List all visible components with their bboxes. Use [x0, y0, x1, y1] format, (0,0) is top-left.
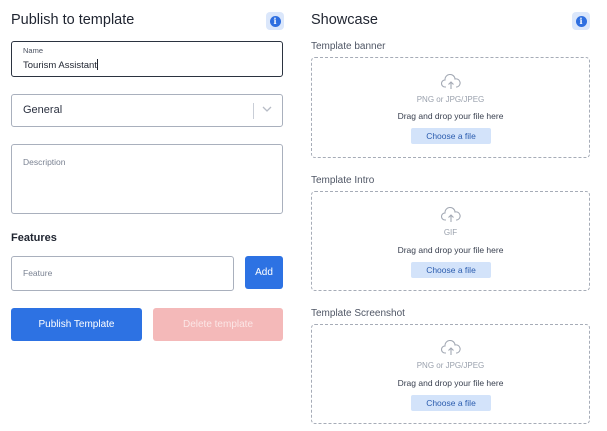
screenshot-file-types: PNG or JPG/JPEG: [416, 361, 485, 370]
category-select-value: General: [23, 104, 63, 116]
screenshot-upload-label: Template Screenshot: [311, 308, 405, 319]
intro-dropzone[interactable]: GIF Drag and drop your file here Choose …: [311, 191, 590, 291]
upload-cloud-icon: [441, 340, 461, 355]
intro-drag-text: Drag and drop your file here: [397, 245, 504, 255]
feature-input[interactable]: Feature: [11, 256, 234, 291]
publish-info-button[interactable]: i: [266, 12, 284, 30]
screenshot-drag-text: Drag and drop your file here: [397, 378, 504, 388]
delete-template-button[interactable]: Delete template: [153, 308, 283, 341]
screenshot-choose-file-button[interactable]: Choose a file: [411, 395, 491, 411]
upload-cloud-icon: [441, 207, 461, 222]
upload-cloud-icon: [441, 74, 461, 89]
intro-choose-file-button[interactable]: Choose a file: [411, 262, 491, 278]
select-separator: [253, 103, 254, 119]
name-input-value: Tourism Assistant: [23, 60, 97, 71]
publish-panel-title: Publish to template: [11, 12, 135, 28]
showcase-info-button[interactable]: i: [572, 12, 590, 30]
banner-upload-label: Template banner: [311, 41, 386, 52]
intro-upload-label: Template Intro: [311, 175, 375, 186]
features-heading: Features: [11, 232, 57, 244]
banner-dropzone[interactable]: PNG or JPG/JPEG Drag and drop your file …: [311, 57, 590, 158]
name-field[interactable]: Name Tourism Assistant: [11, 41, 283, 77]
info-icon: i: [269, 15, 281, 27]
description-field[interactable]: Description: [11, 144, 283, 214]
description-placeholder: Description: [23, 157, 66, 167]
intro-file-types: GIF: [443, 228, 458, 237]
name-input[interactable]: Tourism Assistant: [23, 59, 263, 71]
category-select[interactable]: General: [11, 94, 283, 127]
text-caret: [96, 59, 98, 70]
info-icon: i: [575, 15, 587, 27]
banner-file-types: PNG or JPG/JPEG: [416, 95, 485, 104]
publish-template-button[interactable]: Publish Template: [11, 308, 142, 341]
screenshot-dropzone[interactable]: PNG or JPG/JPEG Drag and drop your file …: [311, 324, 590, 424]
banner-choose-file-button[interactable]: Choose a file: [411, 128, 491, 144]
showcase-panel-title: Showcase: [311, 12, 378, 28]
banner-drag-text: Drag and drop your file here: [397, 111, 504, 121]
feature-placeholder: Feature: [23, 268, 53, 278]
chevron-down-icon: [262, 106, 272, 112]
add-feature-button[interactable]: Add: [245, 256, 283, 289]
name-field-label: Name: [23, 46, 44, 55]
